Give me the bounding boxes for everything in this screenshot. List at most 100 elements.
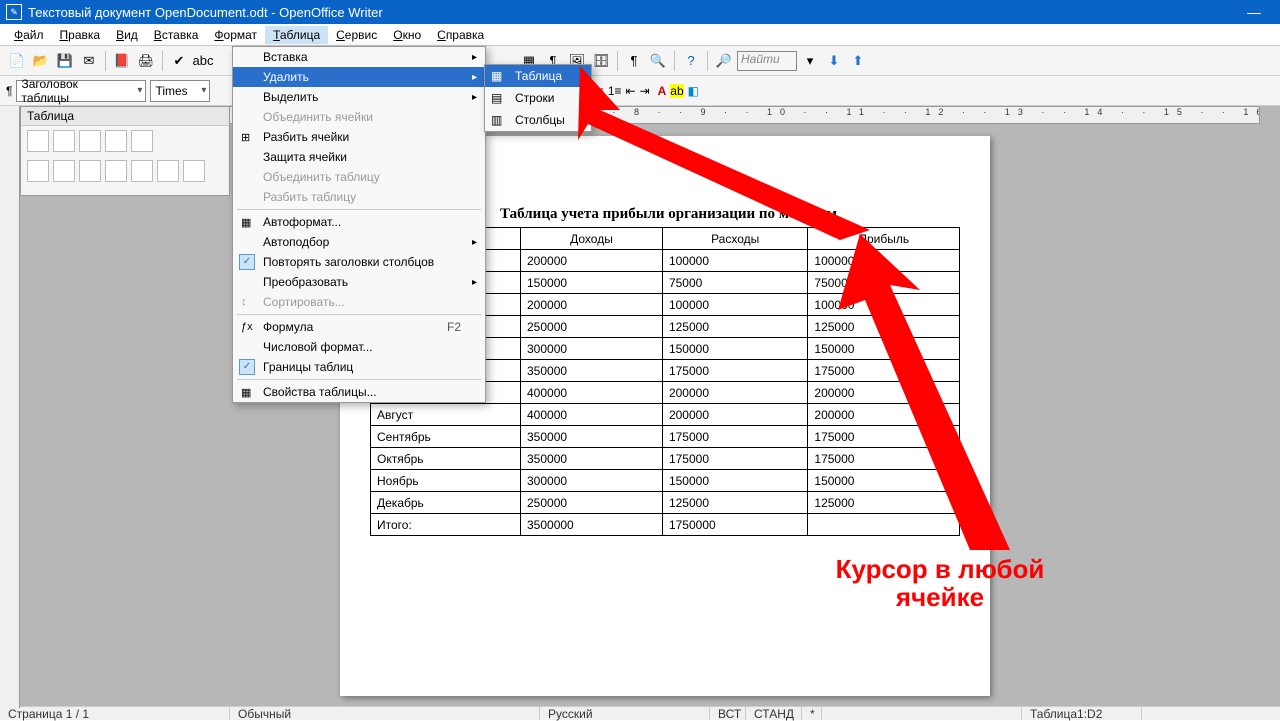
titlebar: ✎ Текстовый документ OpenDocument.odt - …	[0, 0, 1280, 24]
table-cell[interactable]: 1750000	[662, 514, 807, 536]
table-cell[interactable]: Ноябрь	[371, 470, 521, 492]
status-insert[interactable]: ВСТ	[710, 707, 746, 720]
menu-вставка[interactable]: Вставка	[146, 26, 207, 44]
table-toolbar-title: Таблица	[21, 107, 229, 126]
menu-формат[interactable]: Формат	[206, 26, 265, 44]
paragraph-style-combobox[interactable]: Заголовок таблицы	[16, 80, 146, 102]
table-cell[interactable]: Итого:	[371, 514, 521, 536]
menuitem-разбить-ячейки[interactable]: ⊞Разбить ячейки	[233, 127, 485, 147]
menuitem-выделить[interactable]: Выделить▸	[233, 87, 485, 107]
menuitem-границы-таблиц[interactable]: ✓Границы таблиц	[233, 357, 485, 377]
table-cell[interactable]: 150000	[521, 272, 663, 294]
menuitem-формула[interactable]: ƒxФормулаF2	[233, 317, 485, 337]
menuitem-защита-ячейки[interactable]: Защита ячейки	[233, 147, 485, 167]
vertical-ruler	[0, 106, 20, 708]
table-cell[interactable]: 200000	[662, 404, 807, 426]
table-cell[interactable]: 125000	[662, 492, 807, 514]
table-cell[interactable]: 200000	[662, 382, 807, 404]
new-icon[interactable]: 📄	[6, 50, 28, 72]
table-cell[interactable]: 175000	[662, 448, 807, 470]
window-title: Текстовый документ OpenDocument.odt - Op…	[28, 5, 1234, 20]
status-style: Обычный	[230, 707, 540, 720]
table-cell[interactable]: 400000	[521, 404, 663, 426]
print-icon[interactable]: 🖨	[135, 50, 157, 72]
split-icon[interactable]	[53, 160, 75, 182]
status-std[interactable]: СТАНД	[746, 707, 802, 720]
mail-icon[interactable]: ✉	[78, 50, 100, 72]
pdf-icon[interactable]: 📕	[111, 50, 133, 72]
table-cell[interactable]: 3500000	[521, 514, 663, 536]
table-cell[interactable]: Сентябрь	[371, 426, 521, 448]
menu-таблица[interactable]: Таблица	[265, 26, 328, 44]
table-cell[interactable]: 200000	[521, 250, 663, 272]
annotation-arrow-1	[560, 60, 890, 240]
table-cell[interactable]: 175000	[662, 360, 807, 382]
table-cell[interactable]: 100000	[662, 294, 807, 316]
menuitem-автоформат-[interactable]: ▦Автоформат...	[233, 212, 485, 232]
table-cell[interactable]: 125000	[662, 316, 807, 338]
insert-row-icon[interactable]	[105, 160, 127, 182]
table-cell[interactable]: 150000	[662, 470, 807, 492]
menuitem-автоподбор[interactable]: Автоподбор▸	[233, 232, 485, 252]
status-cell: Таблица1:D2	[1022, 707, 1142, 720]
table-cell[interactable]: 400000	[521, 382, 663, 404]
bgfill-icon[interactable]	[131, 130, 153, 152]
line-style-icon[interactable]	[53, 130, 75, 152]
table-cell[interactable]: 175000	[662, 426, 807, 448]
optimize-icon[interactable]	[79, 160, 101, 182]
status-modified: *	[802, 707, 822, 720]
annotation-text: Курсор в любой ячейке	[810, 555, 1070, 611]
menu-окно[interactable]: Окно	[385, 26, 429, 44]
menu-файл[interactable]: Файл	[6, 26, 52, 44]
menuitem-числовой-формат-[interactable]: Числовой формат...	[233, 337, 485, 357]
open-icon[interactable]: 📂	[30, 50, 52, 72]
menuitem-повторять-заголовки-столбцов[interactable]: ✓Повторять заголовки столбцов	[233, 252, 485, 272]
abc-icon[interactable]: abc	[192, 50, 214, 72]
app-icon: ✎	[6, 4, 22, 20]
save-icon[interactable]: 💾	[54, 50, 76, 72]
menu-справка[interactable]: Справка	[429, 26, 492, 44]
menu-правка[interactable]: Правка	[52, 26, 109, 44]
table-cell[interactable]: 75000	[662, 272, 807, 294]
table-cell[interactable]: Декабрь	[371, 492, 521, 514]
table-cell[interactable]: 350000	[521, 426, 663, 448]
border-color-icon[interactable]	[79, 130, 101, 152]
table-cell[interactable]: 350000	[521, 448, 663, 470]
table-floating-toolbar[interactable]: Таблица	[20, 106, 230, 196]
table-menu-dropdown[interactable]: Вставка▸Удалить▸Выделить▸Объединить ячей…	[232, 46, 486, 403]
menuitem-удалить[interactable]: Удалить▸	[233, 67, 485, 87]
table-cell[interactable]: 200000	[521, 294, 663, 316]
minimize-button[interactable]: —	[1234, 4, 1274, 20]
delete-row-icon[interactable]	[157, 160, 179, 182]
table-cell[interactable]: 150000	[662, 338, 807, 360]
table-new-icon[interactable]	[27, 130, 49, 152]
table-cell[interactable]: 350000	[521, 360, 663, 382]
table-cell[interactable]: 100000	[662, 250, 807, 272]
menu-сервис[interactable]: Сервис	[328, 26, 385, 44]
menuitem-преобразовать[interactable]: Преобразовать▸	[233, 272, 485, 292]
delete-col-icon[interactable]	[183, 160, 205, 182]
statusbar: Страница 1 / 1 Обычный Русский ВСТ СТАНД…	[0, 706, 1280, 720]
status-lang: Русский	[540, 707, 710, 720]
menubar: ФайлПравкаВидВставкаФорматТаблицаСервисО…	[0, 24, 1280, 46]
styles-dropdown-icon[interactable]: ¶	[6, 84, 12, 98]
menuitem-объединить-таблицу: Объединить таблицу	[233, 167, 485, 187]
annotation-arrow-2	[830, 230, 1030, 560]
table-cell[interactable]: 300000	[521, 470, 663, 492]
table-cell[interactable]: 250000	[521, 316, 663, 338]
table-cell[interactable]: Октябрь	[371, 448, 521, 470]
menu-вид[interactable]: Вид	[108, 26, 146, 44]
font-combobox[interactable]: Times	[150, 80, 210, 102]
table-cell[interactable]: Август	[371, 404, 521, 426]
borders-icon[interactable]	[105, 130, 127, 152]
spellcheck-icon[interactable]: ✔	[168, 50, 190, 72]
table-cell[interactable]: 250000	[521, 492, 663, 514]
table-cell[interactable]: 300000	[521, 338, 663, 360]
menuitem-вставка[interactable]: Вставка▸	[233, 47, 485, 67]
menuitem-свойства-таблицы-[interactable]: ▦Свойства таблицы...	[233, 382, 485, 402]
status-page: Страница 1 / 1	[0, 707, 230, 720]
merge-icon[interactable]	[27, 160, 49, 182]
menuitem-разбить-таблицу: Разбить таблицу	[233, 187, 485, 207]
menuitem-объединить-ячейки: Объединить ячейки	[233, 107, 485, 127]
insert-col-icon[interactable]	[131, 160, 153, 182]
